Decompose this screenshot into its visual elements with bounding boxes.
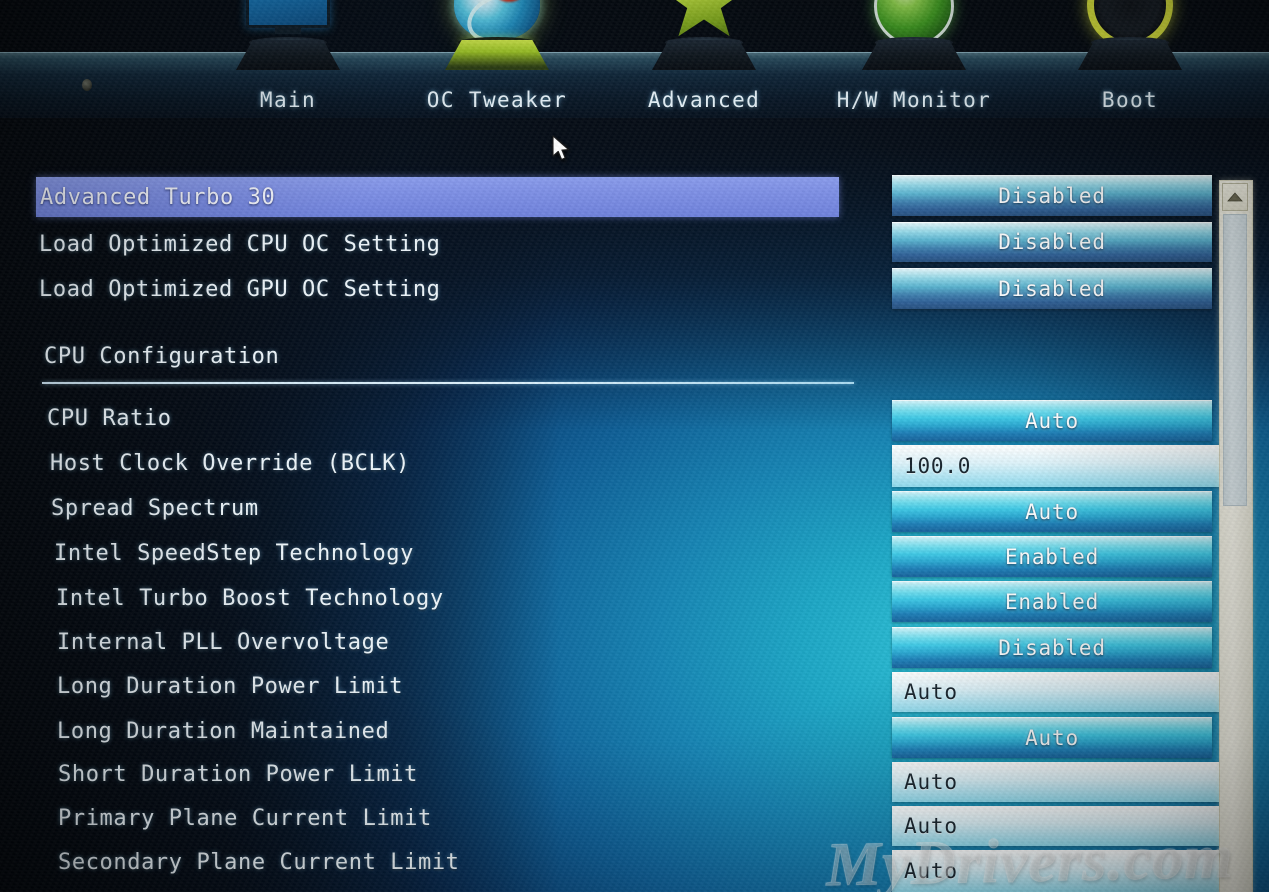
setting-value-select[interactable]: Enabled <box>892 536 1212 577</box>
setting-value-select[interactable]: Auto <box>892 400 1212 441</box>
setting-value-select[interactable]: Disabled <box>892 268 1212 309</box>
setting-value-input[interactable]: 100.0 <box>892 445 1224 487</box>
setting-value-select[interactable]: Auto <box>892 717 1212 758</box>
setting-value-input[interactable]: Auto <box>892 762 1224 802</box>
setting-value-input[interactable]: Auto <box>892 850 1224 892</box>
settings-value-column: Disabled Disabled Disabled Auto 100.0 Auto Ena… <box>0 0 1269 892</box>
bios-screen: ASRock Main OC Tweaker Advanced <box>0 0 1269 892</box>
setting-value-input[interactable]: Auto <box>892 672 1224 712</box>
vertical-scrollbar[interactable] <box>1219 180 1253 892</box>
scroll-up-button[interactable] <box>1222 183 1248 211</box>
setting-value-select[interactable]: Auto <box>892 491 1212 532</box>
setting-value-select[interactable]: Disabled <box>892 175 1212 216</box>
scrollbar-thumb[interactable] <box>1223 214 1247 506</box>
setting-value-select[interactable]: Disabled <box>892 222 1212 262</box>
chevron-up-icon <box>1227 192 1243 202</box>
setting-value-select[interactable]: Disabled <box>892 627 1212 668</box>
mouse-cursor <box>552 135 570 161</box>
setting-value-input[interactable]: Auto <box>892 806 1224 846</box>
setting-value-select[interactable]: Enabled <box>892 581 1212 622</box>
